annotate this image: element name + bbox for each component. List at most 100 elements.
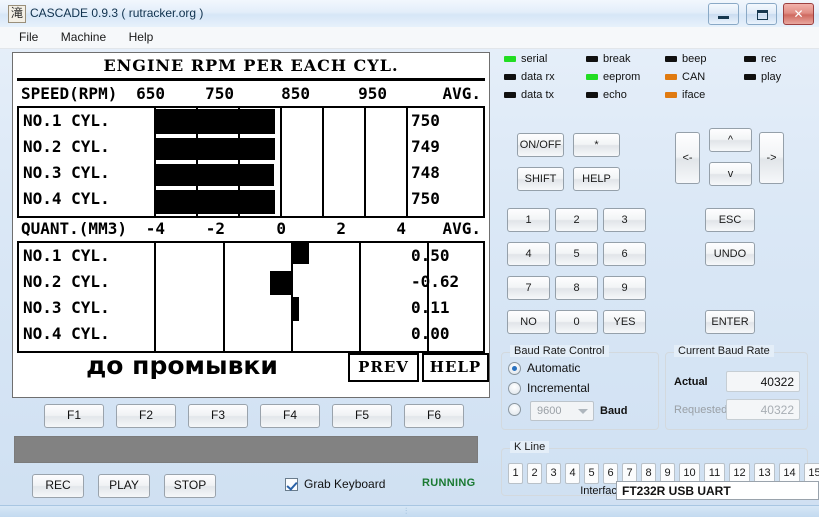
quant-row-avg: 0.50 [411,243,450,269]
fkey-f6[interactable]: F6 [404,404,464,428]
actual-value: 40322 [761,374,794,390]
rpm-gridline [364,108,366,216]
key-shift[interactable]: SHIFT [517,167,564,191]
close-icon: ✕ [784,4,813,24]
key-yes[interactable]: YES [603,310,646,334]
rpm-tick-950: 950 [347,81,387,106]
led-dot-icon [744,56,756,62]
led-dot-icon [586,74,598,80]
close-button[interactable]: ✕ [783,3,814,25]
rpm-row-label: NO.2 CYL. [23,134,110,160]
grab-keyboard-label: Grab Keyboard [304,477,385,492]
led-dot-icon [586,56,598,62]
lcd-prev-button[interactable]: PREV [348,353,419,382]
actual-label: Actual [674,375,708,390]
current-baud-rate-title: Current Baud Rate [674,345,774,357]
key-up-arrow[interactable]: ^ [709,128,752,152]
baud-select-value: 9600 [537,404,561,419]
rpm-bar [154,164,274,186]
key-undo[interactable]: UNDO [705,242,755,266]
baud-select[interactable]: 9600 [530,401,594,421]
key-4[interactable]: 4 [507,242,550,266]
rpm-header-row: SPEED(RPM) 650 750 850 950 AVG. [17,81,485,106]
rpm-gridline [322,108,324,216]
led-dot-icon [504,56,516,62]
minimize-button[interactable] [708,3,739,25]
k-line-cell-4[interactable]: 4 [565,463,580,484]
radio-icon [508,362,521,375]
led-label: break [603,52,631,67]
k-line-cell-1[interactable]: 1 [508,463,523,484]
quant-bar [292,243,309,264]
stop-button[interactable]: STOP [164,474,216,498]
key-3[interactable]: 3 [603,208,646,232]
quant-row-avg: -0.62 [411,269,459,295]
menu-item-file[interactable]: File [10,27,47,48]
key-esc[interactable]: ESC [705,208,755,232]
key-7[interactable]: 7 [507,276,550,300]
maximize-icon [757,10,768,20]
maximize-button[interactable] [746,3,777,25]
k-line-cell-2[interactable]: 2 [527,463,542,484]
requested-value-box: 40322 [726,399,800,420]
led-label: data tx [521,88,554,103]
lcd-help-button[interactable]: HELP [422,353,489,382]
key-right-arrow[interactable]: -> [759,132,784,184]
key-2[interactable]: 2 [555,208,598,232]
run-state-label: RUNNING [422,477,475,489]
key-left-arrow[interactable]: <- [675,132,700,184]
key-0[interactable]: 0 [555,310,598,334]
menu-item-machine[interactable]: Machine [52,27,115,48]
interface-value: FT232R USB UART [622,483,731,499]
status-bar: ⫶ [0,505,819,517]
rpm-bar [154,190,275,214]
quant-bar [270,271,291,295]
key-enter[interactable]: ENTER [705,310,755,334]
key-8[interactable]: 8 [555,276,598,300]
lcd-canvas: ENGINE RPM PER EACH CYL. SPEED(RPM) 650 … [13,53,489,397]
quant-tick-2: 2 [306,216,346,241]
fkey-f3[interactable]: F3 [188,404,248,428]
led-label: eeprom [603,70,640,85]
led-label: echo [603,88,627,103]
led-dot-icon [744,74,756,80]
menu-item-help[interactable]: Help [120,27,163,48]
rpm-row-label: NO.4 CYL. [23,186,110,212]
quant-tick-0: 0 [246,216,286,241]
fkey-f4[interactable]: F4 [260,404,320,428]
quant-row-label: NO.1 CYL. [23,243,110,269]
k-line-cell-5[interactable]: 5 [584,463,599,484]
checkbox-icon [285,478,298,491]
title-bar: 滝 CASCADE 0.9.3 ( rutracker.org ) ✕ [0,0,819,28]
led-label: serial [521,52,547,67]
fkey-f2[interactable]: F2 [116,404,176,428]
k-line-cell-3[interactable]: 3 [546,463,561,484]
led-indicator-group: serial break beep rec data rx eeprom CAN… [500,52,812,102]
lcd-title: ENGINE RPM PER EACH CYL. [17,55,485,77]
resize-grip-icon[interactable]: ⫶ [405,508,415,515]
rpm-row-avg: 750 [411,186,440,212]
led-label: beep [682,52,706,67]
rec-button[interactable]: REC [32,474,84,498]
key-1[interactable]: 1 [507,208,550,232]
key-6[interactable]: 6 [603,242,646,266]
rpm-gridline [406,108,408,216]
fkey-f1[interactable]: F1 [44,404,104,428]
key-no[interactable]: NO [507,310,550,334]
quant-avg-header: AVG. [442,216,481,241]
rpm-bar [154,109,275,134]
quant-row-label: NO.2 CYL. [23,269,110,295]
key-5[interactable]: 5 [555,242,598,266]
key-help[interactable]: HELP [573,167,620,191]
key-star[interactable]: * [573,133,620,157]
key-down-arrow[interactable]: v [709,162,752,186]
banner-message: до промывки [17,351,347,381]
fkey-f5[interactable]: F5 [332,404,392,428]
quant-row-avg: 0.00 [411,321,450,347]
key-9[interactable]: 9 [603,276,646,300]
rpm-chart: NO.1 CYL. 750 NO.2 CYL. 749 NO.3 CYL. 74… [17,106,485,218]
key-onoff[interactable]: ON/OFF [517,133,564,157]
play-button[interactable]: PLAY [98,474,150,498]
rpm-avg-header: AVG. [442,81,481,106]
minimize-icon [718,16,729,19]
